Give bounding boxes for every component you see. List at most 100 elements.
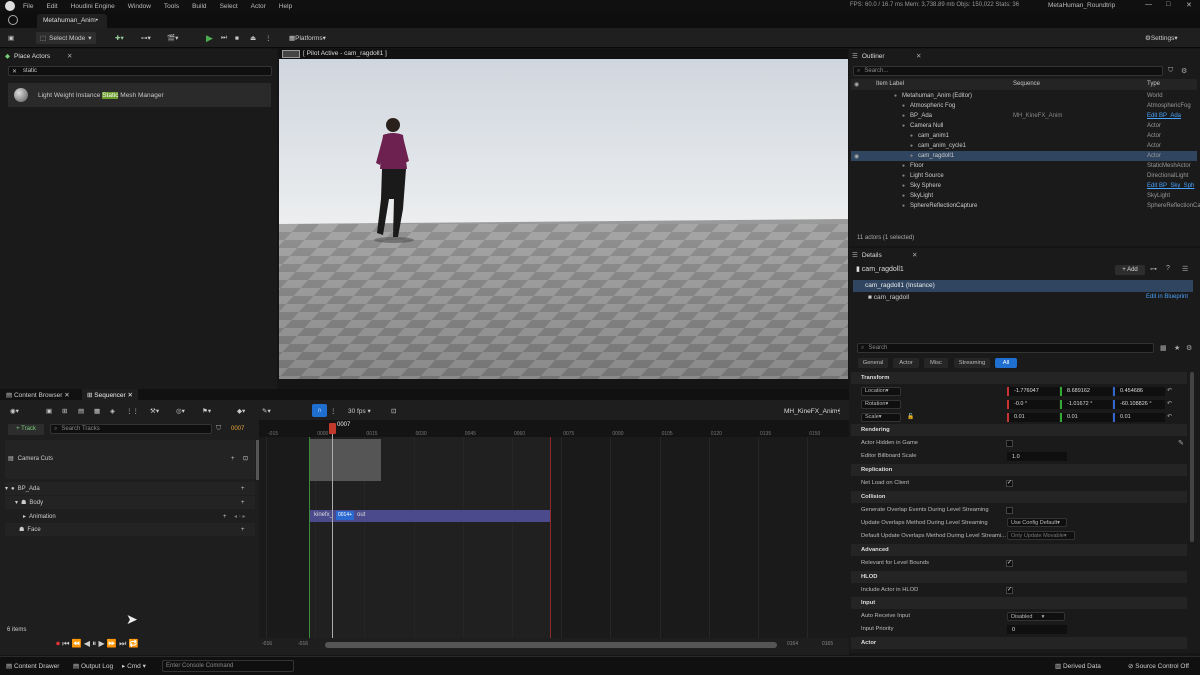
location-dropdown[interactable]: Location ▾ [861, 386, 901, 396]
add-icon[interactable]: + [231, 456, 235, 462]
outliner-row[interactable]: ● Metahuman_Anim (Editor) World [851, 91, 1197, 101]
relevant-bounds-checkbox[interactable] [1006, 559, 1013, 567]
tab-metahuman-anim[interactable]: Metahuman_Anim• [37, 14, 107, 28]
scale-dropdown[interactable]: Scale ▾ [861, 412, 901, 422]
settings-button[interactable]: ⚙ Settings ▾ [1145, 32, 1178, 44]
location-z[interactable]: 0.454686 [1113, 386, 1165, 396]
upd-overlap-dropdown[interactable]: Use Config Default ▾ [1007, 518, 1067, 527]
maximize-icon[interactable]: □ [1166, 1, 1170, 8]
blueprint-icon[interactable]: ⊶ [1150, 265, 1157, 273]
level-viewport[interactable] [279, 59, 848, 379]
col-sequence[interactable]: Sequence [1013, 81, 1040, 87]
curve-icon[interactable]: ✎▾ [262, 405, 271, 417]
content-drawer-button[interactable]: ▤ Content Drawer [6, 662, 59, 670]
working-range-start[interactable]: -016 [298, 641, 318, 649]
section-rendering[interactable]: Rendering [851, 424, 1187, 436]
section-collision[interactable]: Collision [851, 491, 1187, 503]
filter-tab-streaming[interactable]: Streaming [954, 358, 990, 368]
source-control-button[interactable]: ⊘ Source Control Off [1128, 662, 1189, 670]
outliner-row[interactable]: ● Floor StaticMeshActor [851, 161, 1197, 171]
place-actors-search[interactable]: ✕ static [8, 66, 272, 76]
output-log-button[interactable]: ▤ Output Log [73, 662, 113, 670]
derived-data-button[interactable]: ▥ Derived Data [1055, 662, 1101, 670]
blueprint-icon[interactable]: ⊶▾ [141, 32, 151, 44]
loop-icon[interactable]: 🔁 [129, 639, 139, 648]
record-icon[interactable]: ⏺ [56, 639, 60, 648]
cinematics-icon[interactable]: 🎬▾ [167, 32, 178, 44]
snap-options-icon[interactable]: ⋮ [330, 405, 337, 417]
minimize-icon[interactable]: — [1145, 1, 1152, 8]
add-icon[interactable]: + [241, 527, 245, 533]
filter-tab-all[interactable]: All [995, 358, 1017, 368]
menu-select[interactable]: Select [220, 3, 238, 10]
edit-in-blueprint-link[interactable]: Edit in Blueprint [1146, 294, 1188, 300]
scale-y[interactable]: 0.01 [1060, 412, 1112, 422]
unreal-logo-icon[interactable] [5, 1, 15, 11]
face-row[interactable]: ☗ Face + [5, 523, 255, 536]
filter-icon[interactable]: ⛉ [1168, 67, 1173, 75]
current-frame[interactable]: 0007 [231, 426, 244, 432]
expand-icon[interactable]: ▾ [5, 485, 8, 492]
section-transform[interactable]: Transform [851, 372, 1187, 384]
outliner-row[interactable]: ● Sky Sphere Edit BP_Sky_Sph [851, 181, 1197, 191]
step-forward-icon[interactable]: ▶ [99, 639, 105, 648]
visibility-icon[interactable]: ◉ [854, 153, 859, 160]
outliner-row[interactable]: ● Atmospheric Fog AtmosphericFog [851, 101, 1197, 111]
outliner-search[interactable]: ⌕ Search... [853, 66, 1163, 76]
step-icon[interactable]: ⏭ [221, 32, 227, 44]
outliner-row[interactable]: ● Camera Null Actor [851, 121, 1197, 131]
close-icon[interactable]: ✕ [1186, 1, 1192, 9]
close-tab-icon[interactable]: ✕ [67, 52, 72, 60]
menu-tools[interactable]: Tools [164, 3, 179, 10]
menu-build[interactable]: Build [192, 3, 206, 10]
outliner-row[interactable]: ● SphereReflectionCapture SphereReflection… [851, 201, 1200, 211]
outliner-row-type[interactable]: Edit BP_Ada [1147, 113, 1181, 119]
console-input[interactable]: Enter Console Command [162, 660, 294, 672]
save-icon[interactable]: ▣ [8, 32, 14, 44]
platforms-dropdown[interactable]: ▦ Platforms ▾ [289, 32, 326, 44]
menu-window[interactable]: Window [128, 3, 151, 10]
menu-edit[interactable]: Edit [46, 3, 57, 10]
bp-ada-row[interactable]: ▾ ● BP_Ada + [5, 482, 255, 495]
snap-magnet-icon[interactable]: ∩ [312, 404, 327, 417]
outliner-row-type[interactable]: Edit BP_Sky_Sph [1147, 183, 1194, 189]
curve-editor-icon[interactable]: ⊡ [391, 405, 396, 417]
section-actor[interactable]: Actor [851, 637, 1187, 649]
world-icon[interactable]: ◉▾ [10, 405, 19, 417]
expand-icon[interactable]: ▾ [15, 499, 18, 506]
outliner-row[interactable]: ◉ ● cam_ragdoll1 Actor [851, 151, 1197, 161]
timeline-scrollbar[interactable] [325, 642, 777, 648]
camera-icon[interactable]: ◈ [110, 405, 115, 417]
play-icon[interactable]: ▶ [206, 32, 213, 44]
camera-icon[interactable] [282, 50, 300, 58]
rotation-x[interactable]: -0.0 ° [1007, 399, 1059, 409]
animation-row[interactable]: ▸ Animation + ◂ ◦ ▸ [5, 510, 255, 523]
section-advanced[interactable]: Advanced [851, 544, 1187, 556]
gear-icon[interactable]: ⚙ [1181, 67, 1187, 75]
scale-x[interactable]: 0.01 [1007, 412, 1059, 422]
close-tab-icon[interactable]: ✕ [916, 52, 921, 60]
fps-dropdown[interactable]: 30 fps ▾ [348, 405, 371, 417]
close-tab-icon[interactable]: ✕ [912, 251, 917, 259]
working-range-end[interactable]: 0164 [787, 641, 798, 647]
start-marker[interactable] [309, 437, 310, 638]
star-icon[interactable]: ★ [1174, 344, 1180, 352]
add-icon[interactable]: + [223, 514, 227, 520]
track-search[interactable]: ⌕ Search Tracks [50, 424, 212, 434]
end-marker[interactable] [550, 437, 551, 638]
details-scrollbar[interactable] [1190, 372, 1194, 542]
playback-options-icon[interactable]: ⚑▾ [202, 405, 211, 417]
col-item-label[interactable]: Item Label [876, 81, 904, 87]
view-options-icon[interactable]: ◎▾ [176, 405, 185, 417]
more-icon[interactable]: ⋮ [265, 32, 272, 44]
add-content-icon[interactable]: ✚▾ [115, 32, 124, 44]
next-key-icon[interactable]: ⏩ [107, 639, 117, 648]
more-icon[interactable]: ⋮ [836, 405, 843, 417]
component-row[interactable]: ■ cam_ragdoll [868, 294, 909, 301]
auto-input-dropdown[interactable]: Disabled ▾ [1007, 612, 1065, 621]
prev-key-icon[interactable]: ⏪ [72, 639, 82, 648]
close-tab-icon[interactable]: ✕ [64, 392, 69, 399]
rotation-y[interactable]: -1.01672 ° [1060, 399, 1112, 409]
col-type[interactable]: Type [1147, 81, 1160, 87]
section-input[interactable]: Input [851, 597, 1187, 609]
